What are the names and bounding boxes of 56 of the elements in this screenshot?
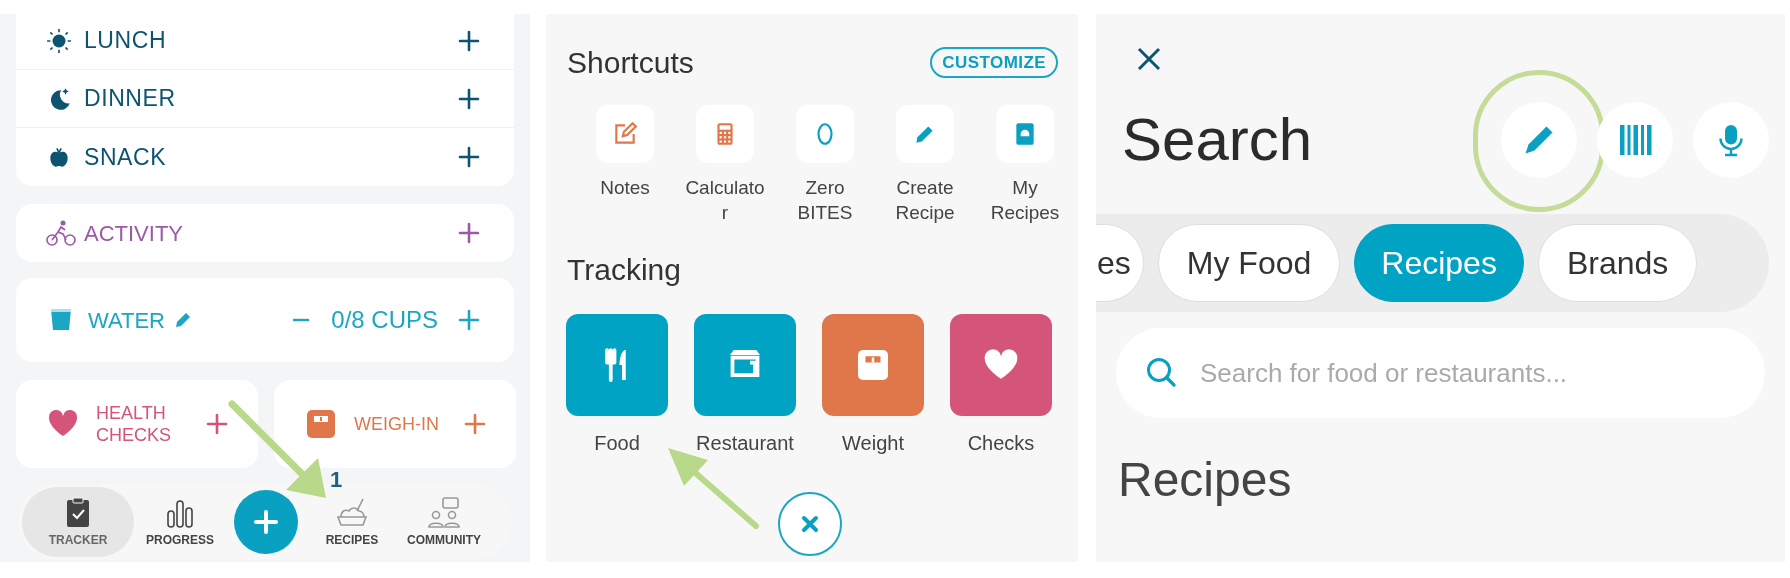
- tracking-label: Food: [594, 431, 640, 456]
- nav-tab[interactable]: COMMUNITY: [398, 487, 490, 557]
- card-label: HEALTH CHECKS: [96, 402, 172, 446]
- shortcut-tile[interactable]: [596, 105, 654, 163]
- add-activity-icon[interactable]: [458, 222, 480, 244]
- tracking-label: Weight: [842, 431, 904, 456]
- tracking-label: Checks: [967, 431, 1035, 456]
- tracking-tile[interactable]: [950, 314, 1052, 416]
- shortcut-tile[interactable]: [896, 105, 954, 163]
- water-reading: 0/8 CUPS: [331, 305, 438, 335]
- add-meal-icon[interactable]: [458, 146, 480, 168]
- close-icon: [1136, 46, 1162, 72]
- meal-label: SNACK: [84, 142, 167, 172]
- tracking-tile[interactable]: [694, 314, 796, 416]
- add-water-icon[interactable]: [458, 309, 480, 331]
- tracking-label: Restaurant: [696, 431, 794, 456]
- tracking-tile[interactable]: [822, 314, 924, 416]
- barcode-icon: [1617, 122, 1653, 158]
- shortcut-label: My Recipes: [989, 176, 1061, 225]
- section-title: Tracking: [566, 252, 682, 288]
- pencil-icon[interactable]: [173, 310, 193, 330]
- nav-tab[interactable]: TRACKER: [22, 487, 134, 557]
- filter-tab[interactable]: Brands: [1537, 224, 1698, 302]
- people-icon: [427, 495, 461, 529]
- shortcut-label: Zero BITES: [796, 176, 854, 225]
- card-label: WEIGH-IN: [354, 413, 440, 435]
- shortcut-label: Calculator: [684, 176, 766, 225]
- shortcut-tile[interactable]: [996, 105, 1054, 163]
- add-meal-icon[interactable]: [458, 87, 480, 110]
- close-icon: [800, 514, 820, 534]
- search-field[interactable]: Search for food or restaurants...: [1116, 328, 1765, 418]
- add-icon[interactable]: [464, 413, 486, 435]
- note-edit-icon: [612, 121, 638, 147]
- page-title: Search: [1122, 110, 1313, 170]
- activity-label: ACTIVITY: [84, 219, 183, 248]
- sun-icon: [46, 27, 72, 54]
- section-title: Shortcuts: [567, 45, 694, 81]
- filter-tab[interactable]: My Food: [1157, 224, 1341, 302]
- shortcut-label: Create Recipe: [894, 176, 956, 225]
- section-heading: Recipes: [1117, 456, 1293, 504]
- cyclist-icon: [46, 219, 76, 247]
- meal-label: LUNCH: [84, 26, 167, 56]
- add-icon[interactable]: [206, 413, 228, 435]
- add-meal-icon[interactable]: [458, 29, 480, 52]
- scale-icon: [304, 408, 338, 440]
- add-button[interactable]: [234, 490, 298, 554]
- nav-tab[interactable]: PROGRESS: [134, 487, 226, 557]
- water-label: WATER: [88, 306, 165, 335]
- meal-label: DINNER: [84, 84, 176, 114]
- shortcut-tile[interactable]: [696, 105, 754, 163]
- filter-tab[interactable]: es: [1096, 224, 1144, 302]
- shortcut-label: Notes: [599, 176, 651, 200]
- tracking-tile[interactable]: [566, 314, 668, 416]
- cup-icon: [50, 308, 72, 332]
- plus-icon: [253, 509, 279, 535]
- shortcut-tile[interactable]: [796, 105, 854, 163]
